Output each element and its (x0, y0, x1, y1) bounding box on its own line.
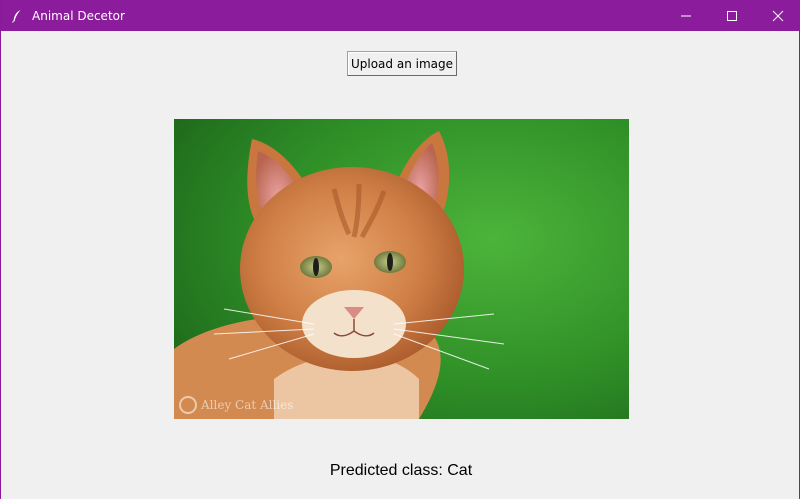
minimize-icon (681, 15, 691, 16)
minimize-button[interactable] (663, 0, 709, 31)
upload-image-button[interactable]: Upload an image (347, 51, 457, 76)
close-icon (772, 10, 784, 21)
maximize-button[interactable] (709, 0, 755, 31)
window-title: Animal Decetor (32, 8, 125, 23)
prediction-label: Predicted class: Cat (329, 462, 473, 479)
cat-image: Alley Cat Allies (174, 119, 629, 419)
feather-icon (9, 8, 25, 24)
uploaded-image: Alley Cat Allies (174, 119, 629, 419)
maximize-icon (727, 10, 737, 21)
svg-text:Alley Cat Allies: Alley Cat Allies (200, 398, 293, 412)
close-button[interactable] (755, 0, 800, 31)
window-controls (663, 0, 800, 31)
app-window: Animal Decetor Upload an image Alley Cat… (0, 0, 800, 499)
title-bar[interactable]: Animal Decetor (1, 0, 800, 31)
